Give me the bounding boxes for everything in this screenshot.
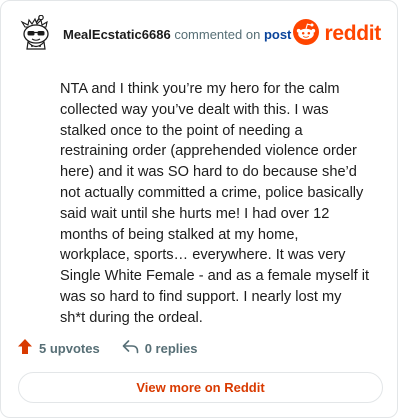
reply-icon: [122, 339, 145, 357]
username-link[interactable]: MealEcstatic6686: [63, 27, 171, 42]
reply-count: 0 replies: [144, 340, 198, 356]
view-more-button[interactable]: View more on Reddit: [18, 372, 383, 403]
upvote-arrow-icon: [17, 338, 39, 358]
replies-button[interactable]: 0 replies: [122, 339, 198, 357]
post-link[interactable]: post: [264, 27, 291, 42]
comment-header: MealEcstatic6686 commented on post reddi: [1, 1, 397, 65]
comment-actions: 5 upvotes 0 replies: [17, 337, 197, 359]
comment-byline: MealEcstatic6686 commented on post: [63, 27, 291, 42]
comment-embed-card: MealEcstatic6686 commented on post reddi: [0, 0, 398, 418]
reddit-wordmark: reddit: [324, 22, 381, 45]
comment-body: NTA and I think you’re my hero for the c…: [60, 81, 370, 326]
reddit-brand[interactable]: reddit: [293, 18, 381, 50]
upvote-button[interactable]: 5 upvotes: [17, 338, 100, 358]
upvote-count: 5 upvotes: [39, 340, 100, 356]
snoo-avatar-icon[interactable]: [19, 14, 53, 51]
reddit-logo-icon: [293, 18, 320, 50]
commented-on-label: commented on: [174, 27, 261, 42]
